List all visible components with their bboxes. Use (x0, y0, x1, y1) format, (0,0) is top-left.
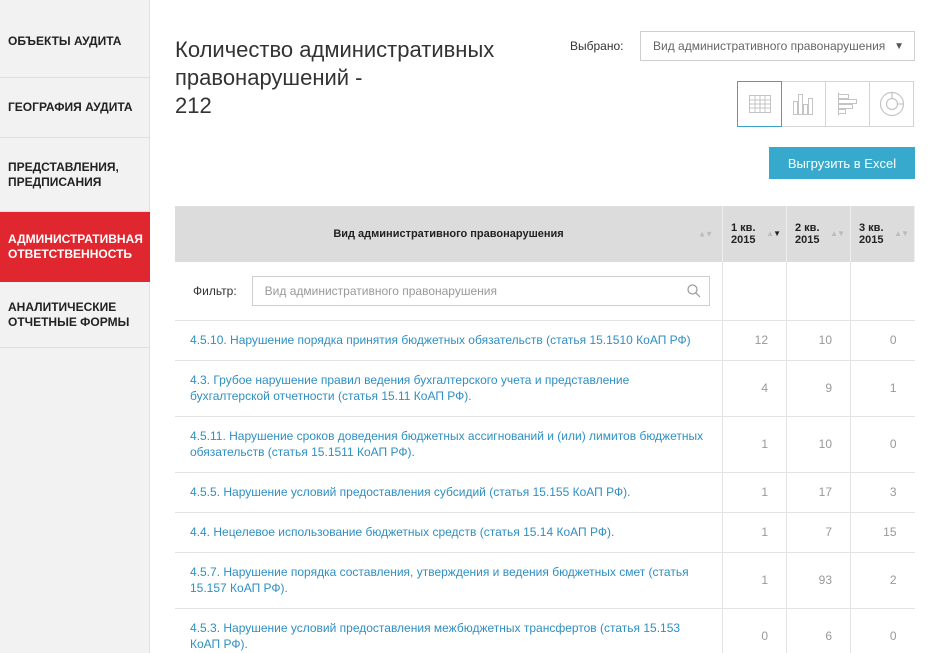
filter-label: Фильтр: (193, 283, 237, 298)
q1-value: 4 (722, 360, 787, 417)
table-row[interactable]: 4.5.7. Нарушение порядка составления, ут… (175, 552, 915, 609)
q1-value: 1 (722, 472, 787, 513)
q1-value: 12 (722, 320, 787, 361)
pie-chart-view-icon (879, 91, 904, 117)
q2-value: 9 (786, 360, 851, 417)
q3-value: 0 (850, 608, 915, 653)
filter-row: Фильтр: Вид административного правонаруш… (175, 262, 915, 321)
filter-empty-cell (850, 262, 915, 321)
table-header-row: Вид административного правонарушения ▲▼ … (175, 206, 915, 262)
column-label-bottom: 2015 (795, 234, 820, 246)
hbar-chart-view-icon (837, 92, 857, 116)
sidebar-item-label: АДМИНИСТРАТИВНАЯ ОТВЕТСТВЕННОСТЬ (8, 232, 143, 261)
column-header-q3-2015[interactable]: 3 кв. 2015 ▲▼ (850, 206, 915, 262)
sidebar-item-representations[interactable]: ПРЕДСТАВЛЕНИЯ, ПРЕДПИСАНИЯ (0, 138, 150, 212)
sidebar: ОБЪЕКТЫ АУДИТА ГЕОГРАФИЯ АУДИТА ПРЕДСТАВ… (0, 0, 150, 653)
q1-value: 1 (722, 552, 787, 609)
sidebar-item-administrative-liability[interactable]: АДМИНИСТРАТИВНАЯ ОТВЕТСТВЕННОСТЬ (0, 212, 150, 282)
violation-link[interactable]: 4.5.7. Нарушение порядка составления, ут… (175, 552, 723, 609)
filter-empty-cell (786, 262, 851, 321)
column-label-top: 3 кв. (859, 222, 884, 234)
q2-value: 10 (786, 416, 851, 473)
pie-chart-view-button[interactable] (869, 81, 914, 127)
column-label-bottom: 2015 (731, 234, 756, 246)
sort-icon[interactable]: ▲▼ (698, 230, 713, 239)
column-label-top: 1 кв. (731, 222, 756, 234)
sidebar-item-analytic-forms[interactable]: АНАЛИТИЧЕСКИЕ ОТЧЕТНЫЕ ФОРМЫ (0, 282, 150, 348)
column-label-bottom: 2015 (859, 234, 884, 246)
violation-link[interactable]: 4.3. Грубое нарушение правил ведения бух… (175, 360, 723, 417)
table-row[interactable]: 4.5.11. Нарушение сроков доведения бюдже… (175, 416, 915, 473)
q1-value: 1 (722, 416, 787, 473)
q3-value: 0 (850, 416, 915, 473)
view-switcher (737, 81, 914, 127)
table-row[interactable]: 4.3. Грубое нарушение правил ведения бух… (175, 360, 915, 417)
column-header-q1-2015[interactable]: 1 кв. 2015 ▲▼ (722, 206, 787, 262)
table-view-icon (748, 95, 771, 113)
q3-value: 3 (850, 472, 915, 513)
filter-cell: Фильтр: Вид административного правонаруш… (175, 262, 723, 321)
sidebar-item-label: ПРЕДСТАВЛЕНИЯ, ПРЕДПИСАНИЯ (8, 159, 119, 189)
q2-value: 10 (786, 320, 851, 361)
title-line-2: правонарушений - (175, 65, 363, 90)
column-label-top: 2 кв. (795, 222, 820, 234)
sidebar-item-audit-objects[interactable]: ОБЪЕКТЫ АУДИТА (0, 0, 150, 78)
table-row[interactable]: 4.4. Нецелевое использование бюджетных с… (175, 512, 915, 553)
export-excel-button[interactable]: Выгрузить в Excel (769, 147, 915, 179)
selected-label: Выбрано: (570, 39, 624, 53)
sidebar-item-audit-geography[interactable]: ГЕОГРАФИЯ АУДИТА (0, 78, 150, 138)
dropdown-arrow-icon: ▼ (894, 40, 904, 52)
bar-chart-view-button[interactable] (781, 81, 826, 127)
q2-value: 7 (786, 512, 851, 553)
q2-value: 17 (786, 472, 851, 513)
sidebar-item-label: ГЕОГРАФИЯ АУДИТА (8, 100, 133, 114)
q2-value: 6 (786, 608, 851, 653)
violation-link[interactable]: 4.5.3. Нарушение условий предоставления … (175, 608, 723, 653)
hbar-chart-view-button[interactable] (825, 81, 870, 127)
q3-value: 1 (850, 360, 915, 417)
title-count: 212 (175, 93, 212, 118)
violation-link[interactable]: 4.5.11. Нарушение сроков доведения бюдже… (175, 416, 723, 473)
column-label: Вид административного правонарушения (333, 228, 564, 240)
violations-table: Вид административного правонарушения ▲▼ … (175, 206, 915, 653)
q3-value: 2 (850, 552, 915, 609)
table-row[interactable]: 4.5.10. Нарушение порядка принятия бюдже… (175, 320, 915, 361)
table-view-button[interactable] (737, 81, 782, 127)
table-row[interactable]: 4.5.3. Нарушение условий предоставления … (175, 608, 915, 653)
q1-value: 0 (722, 608, 787, 653)
column-header-violation-type[interactable]: Вид административного правонарушения ▲▼ (175, 206, 723, 262)
q3-value: 15 (850, 512, 915, 553)
violation-link[interactable]: 4.4. Нецелевое использование бюджетных с… (175, 512, 723, 553)
q2-value: 93 (786, 552, 851, 609)
title-line-1: Количество административных (175, 37, 495, 62)
violation-type-select[interactable]: Вид административного правонарушения ▼ (640, 31, 915, 61)
filter-empty-cell (722, 262, 787, 321)
column-header-q2-2015[interactable]: 2 кв. 2015 ▲▼ (786, 206, 851, 262)
q1-value: 1 (722, 512, 787, 553)
violation-link[interactable]: 4.5.10. Нарушение порядка принятия бюдже… (175, 320, 723, 361)
sort-icon[interactable]: ▲▼ (894, 228, 909, 240)
sidebar-item-label: АНАЛИТИЧЕСКИЕ ОТЧЕТНЫЕ ФОРМЫ (8, 299, 130, 329)
sidebar-item-label: ОБЪЕКТЫ АУДИТА (8, 34, 122, 48)
select-value: Вид административного правонарушения (653, 39, 886, 53)
table-row[interactable]: 4.5.5. Нарушение условий предоставления … (175, 472, 915, 513)
search-icon (687, 284, 701, 298)
q3-value: 0 (850, 320, 915, 361)
sort-desc-icon[interactable]: ▲▼ (766, 228, 781, 240)
violation-link[interactable]: 4.5.5. Нарушение условий предоставления … (175, 472, 723, 513)
filter-placeholder: Вид административного правонарушения (264, 283, 497, 298)
page-title: Количество административных правонарушен… (175, 36, 535, 120)
filter-input[interactable]: Вид административного правонарушения (251, 275, 710, 306)
bar-chart-view-icon (792, 94, 813, 115)
sort-icon[interactable]: ▲▼ (830, 228, 845, 240)
